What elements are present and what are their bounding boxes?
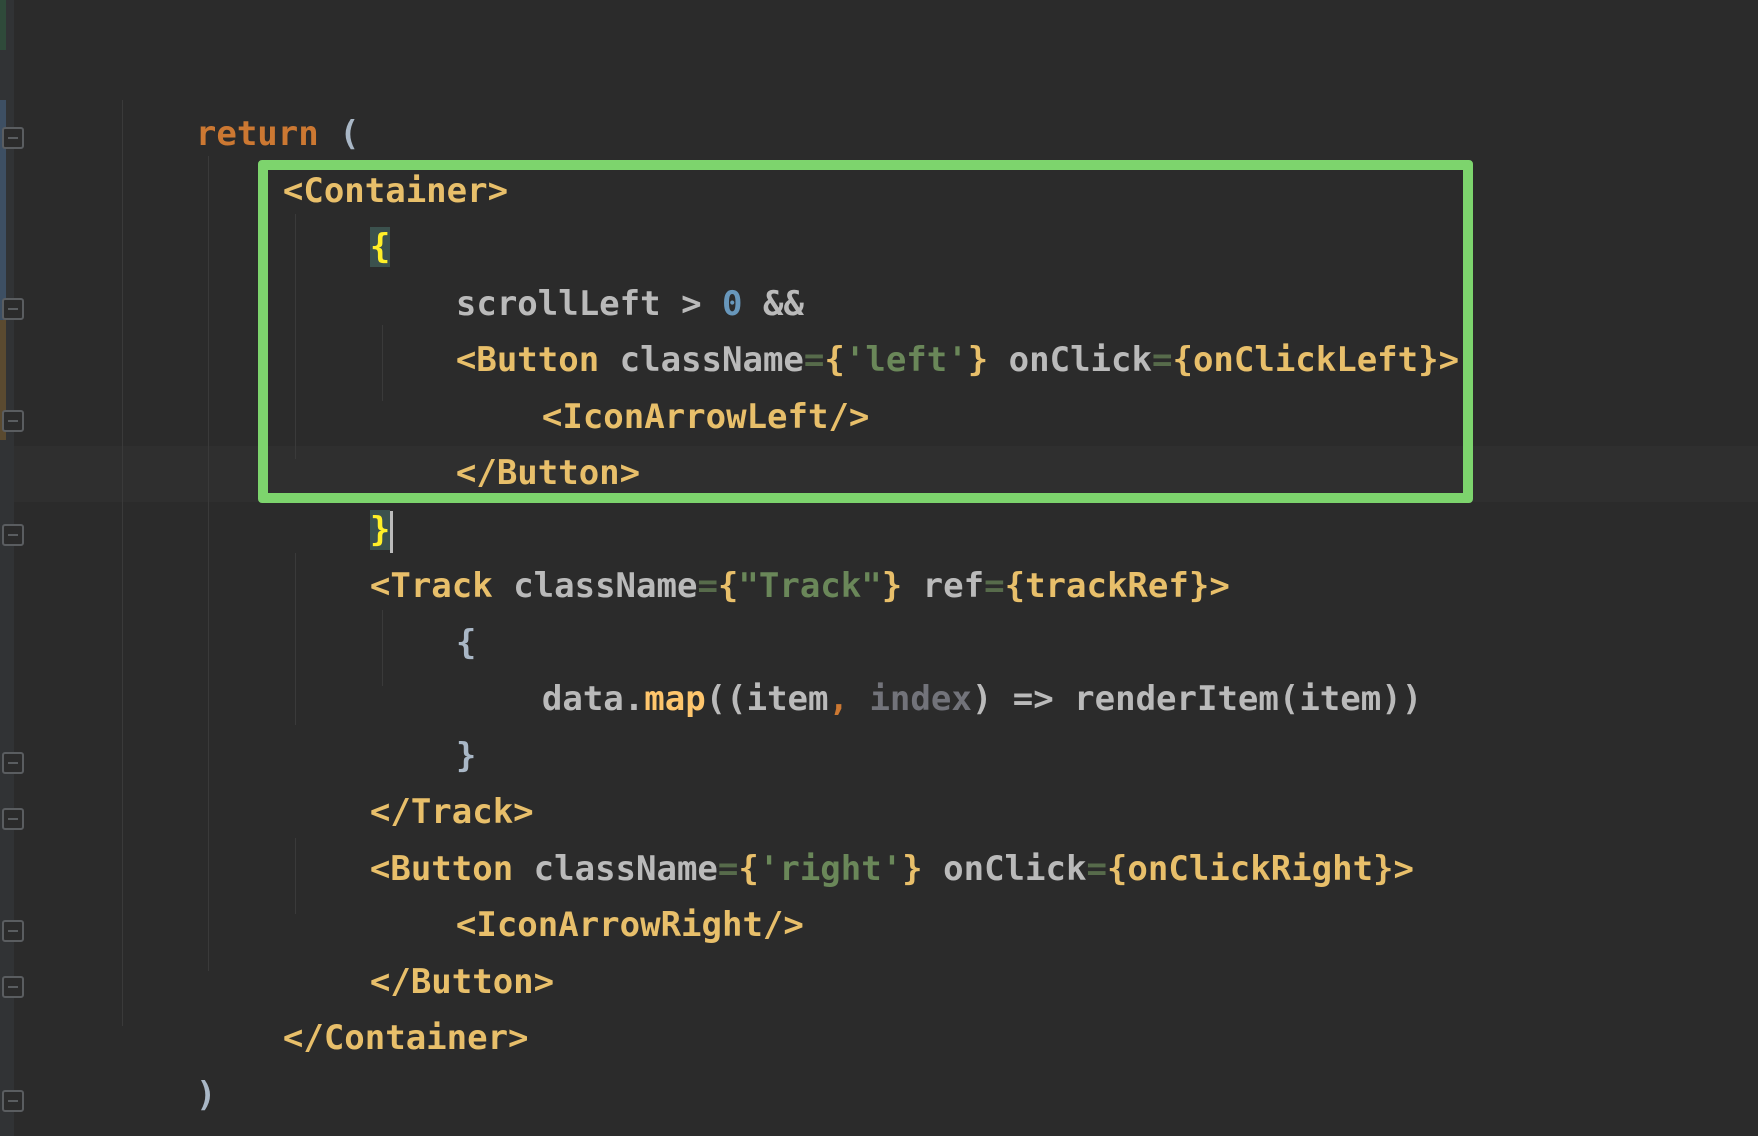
code-line[interactable]: <IconArrowRight/> [374, 841, 804, 945]
fold-toggle-icon[interactable] [2, 298, 24, 320]
indent-guide [122, 100, 123, 1026]
tag-close-bracket: > [1209, 566, 1230, 606]
code-line[interactable]: </Track> [288, 728, 534, 832]
code-line[interactable]: } [28, 1067, 130, 1136]
fold-toggle-icon[interactable] [2, 920, 24, 942]
equals-sign: = [984, 566, 1005, 606]
close-brace: } [902, 849, 923, 889]
tag-close-bracket: > [1393, 849, 1415, 889]
render-item-call: renderItem(item)) [1074, 679, 1423, 719]
code-line[interactable]: </Container> [201, 954, 529, 1058]
map-function: map [644, 679, 706, 719]
code-line[interactable]: { [374, 559, 476, 663]
track-ref-identifier: trackRef [1025, 566, 1189, 606]
indent-guide [208, 156, 209, 971]
data-identifier: data. [541, 679, 645, 719]
code-line[interactable]: </Button> [288, 898, 554, 1002]
code-line[interactable]: <Button className={'right'} onClick={onC… [288, 785, 1414, 889]
function-close-brace: } [110, 1131, 130, 1136]
code-line[interactable]: return ( [114, 50, 360, 154]
highlight-annotation-box [258, 160, 1473, 503]
open-brace: { [717, 566, 739, 606]
editor-gutter[interactable] [0, 0, 14, 1136]
container-close-tag: </Container> [282, 1018, 529, 1058]
open-brace: { [1106, 849, 1128, 889]
open-brace: { [1004, 566, 1026, 606]
classname-attribute: className [513, 566, 698, 606]
code-line[interactable]: <Track className={"Track"} ref={trackRef… [288, 502, 1230, 606]
index-parameter: index [869, 679, 972, 719]
close-paren: ) [195, 1075, 217, 1115]
code-line[interactable]: data.map((item, index) => renderItem(ite… [460, 615, 1422, 719]
onclick-right-handler: onClickRight [1127, 849, 1374, 889]
fold-toggle-icon[interactable] [2, 127, 24, 149]
fold-toggle-icon[interactable] [2, 524, 24, 546]
code-line[interactable]: <Container> [201, 107, 508, 211]
close-brace: } [1373, 849, 1394, 889]
map-arguments: ((item [705, 679, 829, 719]
onclick-attribute: onClick [943, 849, 1087, 889]
code-editor[interactable]: return ( <Container> { scrollLeft > 0 &&… [0, 0, 1758, 1136]
fold-toggle-icon[interactable] [2, 410, 24, 432]
equals-sign: = [1086, 849, 1107, 889]
fold-toggle-icon[interactable] [2, 976, 24, 998]
vcs-change-marker [0, 0, 6, 50]
equals-sign: = [697, 566, 718, 606]
fold-toggle-icon[interactable] [2, 752, 24, 774]
code-line[interactable]: ) [114, 1011, 216, 1115]
close-brace: } [881, 566, 903, 606]
close-brace: } [1188, 566, 1210, 606]
code-line[interactable]: } [374, 672, 476, 776]
ref-attribute: ref [922, 566, 985, 606]
comma: , [828, 679, 870, 719]
fold-toggle-icon[interactable] [2, 1090, 24, 1112]
arrow-operator: ) => [971, 679, 1075, 719]
track-string: "Track" [738, 566, 882, 606]
fold-toggle-icon[interactable] [2, 808, 24, 830]
